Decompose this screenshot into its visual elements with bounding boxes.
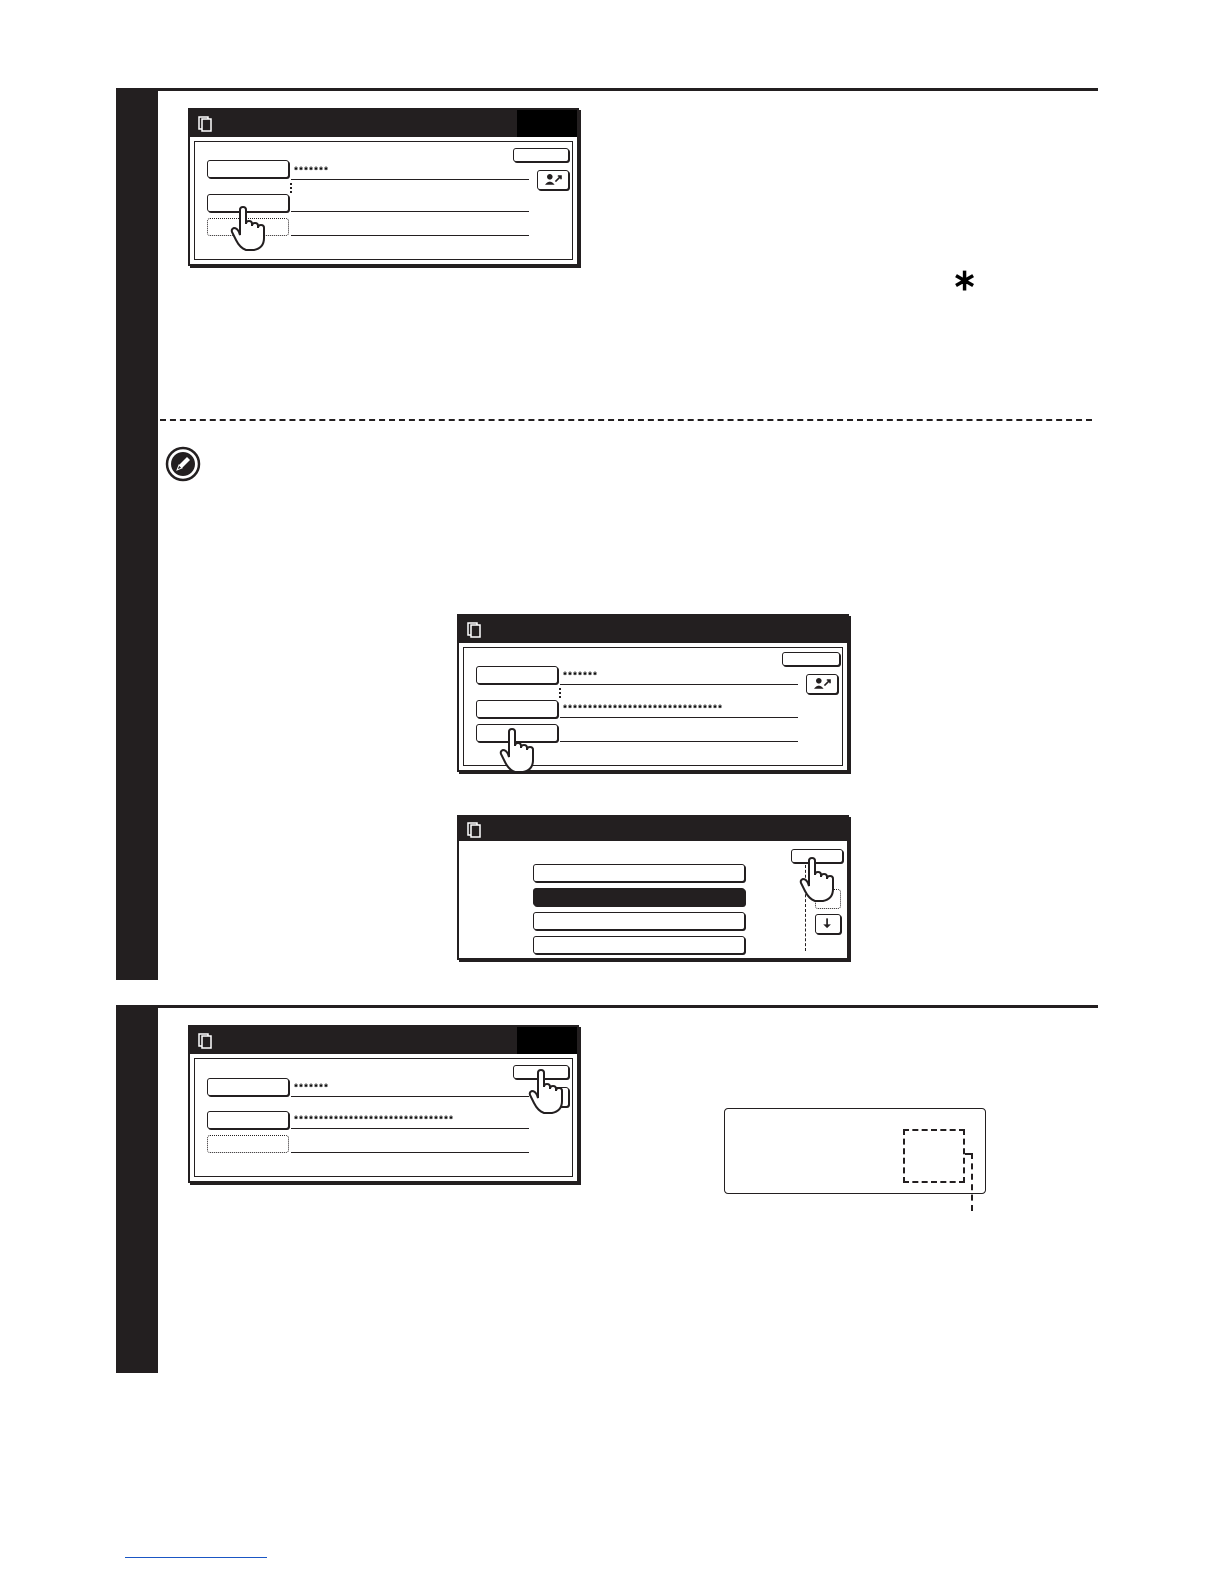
title-bar-segment [517,1027,577,1054]
login-name-value: ******* [293,167,329,178]
destination-item-4[interactable] [533,936,745,954]
ok-button[interactable] [782,652,840,666]
callout-leader-line [971,1153,973,1211]
note-user-auth-screen: ******* ******************************** [457,614,849,773]
screen-title-bar [190,110,577,137]
login-name-key[interactable] [207,1078,289,1096]
step2-top-rule [116,1005,1098,1008]
login-name-value: ******* [562,672,598,683]
user-list-button[interactable] [806,674,838,694]
login-name-value: ******* [293,1084,329,1095]
screen-title-bar [190,1027,577,1054]
auth-destination-underline [291,235,529,236]
auth-destination-key[interactable] [207,1135,289,1153]
document-icon [467,822,481,838]
screen-title-bar [459,616,847,643]
login-name-underline [560,684,798,685]
pointing-hand-icon [528,1069,563,1114]
login-name-key[interactable] [476,666,558,684]
password-underline [291,211,529,212]
field-link-dots [290,183,292,193]
user-select-icon [545,174,562,185]
destination-item-1[interactable] [533,864,745,882]
password-underline [291,1128,529,1129]
password-key[interactable] [476,700,558,718]
step1-top-rule [116,88,1098,91]
login-name-underline [291,1096,529,1097]
password-key[interactable] [207,1111,289,1129]
user-select-icon [814,678,831,689]
document-icon [467,622,481,638]
pointing-hand-icon [499,728,534,773]
field-link-dots [559,688,561,698]
ok-button[interactable] [513,148,569,162]
scroll-down-button[interactable] [815,914,841,934]
asterisk-symbol: ∗ [952,264,978,297]
pointing-hand-icon [799,857,834,902]
arrow-down-icon [823,918,831,929]
auth-destination-list-screen [457,815,849,960]
status-display-box [724,1108,986,1194]
note-separator [160,419,1092,421]
step1-user-auth-screen: ******* [188,108,579,266]
highlight-area [903,1129,965,1183]
step2-user-auth-screen: ******* ******************************** [188,1025,579,1183]
step1-side-bar [116,90,158,980]
screen-title-bar [459,817,847,841]
password-value: ******************************** [562,705,723,716]
document-icon [198,116,212,132]
user-list-button[interactable] [537,170,569,190]
auth-destination-underline [291,1152,529,1153]
step2-side-bar [116,1007,158,1373]
auth-destination-underline [560,741,798,742]
document-icon [198,1033,212,1049]
screen-body: ******* ******************************** [194,1058,573,1177]
login-name-key[interactable] [207,160,289,178]
destination-item-3[interactable] [533,912,745,930]
password-underline [560,717,798,718]
destination-item-2-selected[interactable] [533,888,745,906]
footer-link-underline[interactable] [125,1557,267,1558]
title-bar-segment [517,110,577,137]
note-pencil-icon [165,446,201,482]
pointing-hand-icon [230,206,265,251]
login-name-underline [291,179,529,180]
password-value: ******************************** [293,1116,454,1127]
